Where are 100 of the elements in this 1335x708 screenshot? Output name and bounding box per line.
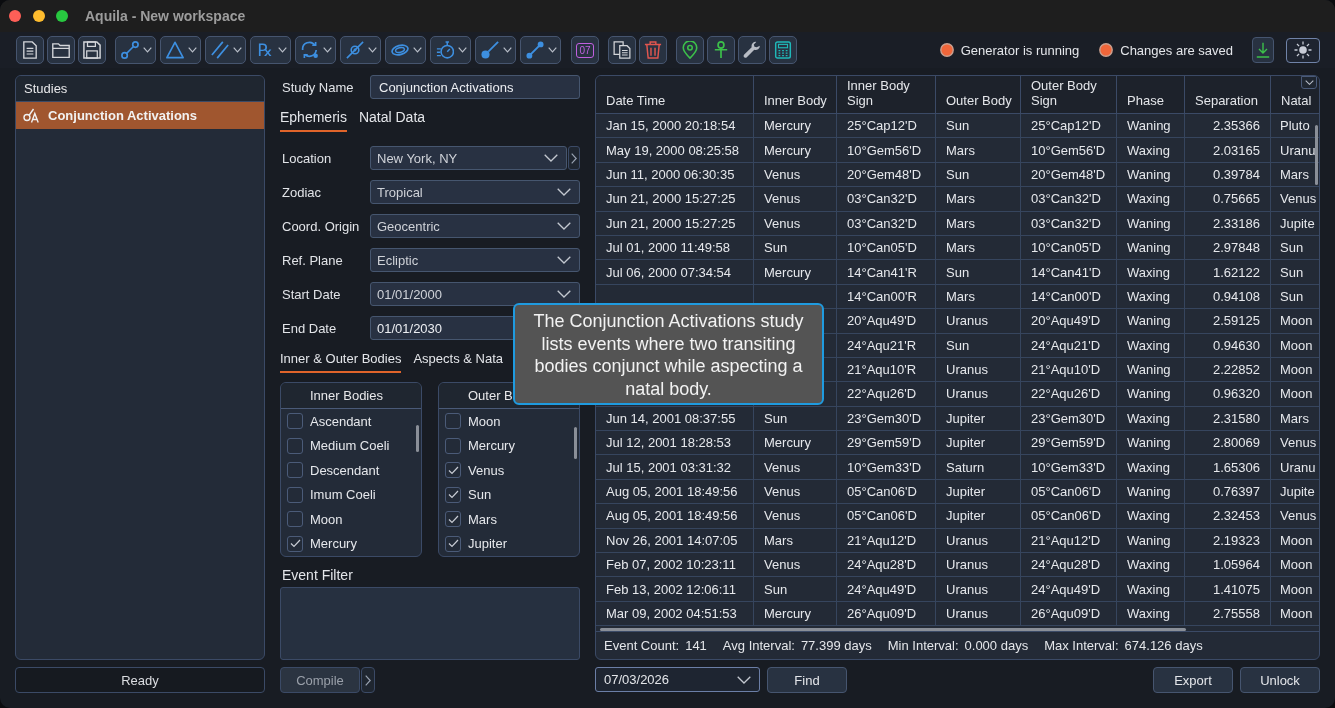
- table-cell-text: Moon: [1279, 605, 1314, 623]
- checkbox[interactable]: [445, 413, 461, 430]
- toolbar-button[interactable]: ℞: [250, 36, 291, 64]
- chevron-down-icon: [557, 256, 571, 264]
- stat-label: Event Count:: [604, 638, 680, 653]
- tab[interactable]: Aspects & Nata: [413, 350, 503, 373]
- table-cell: Feb 13, 2002 12:06:11: [596, 577, 754, 601]
- download-button[interactable]: [1252, 37, 1274, 63]
- stat-value: 674.126 days: [1124, 638, 1203, 653]
- action-button[interactable]: Export: [1153, 667, 1233, 693]
- field-label: Coord. Origin: [281, 218, 361, 234]
- chevron-right-icon: [571, 152, 577, 164]
- minimize-window-button[interactable]: [33, 10, 45, 22]
- table-cell: Sun: [936, 333, 1021, 357]
- close-window-button[interactable]: [9, 10, 21, 22]
- tab[interactable]: Ephemeris: [280, 109, 347, 132]
- dumbbell-line-icon: [526, 41, 544, 59]
- text-field[interactable]: Conjunction Activations: [370, 75, 580, 99]
- toolbar-button[interactable]: [160, 36, 201, 64]
- dropdown[interactable]: New York, NY: [370, 146, 567, 170]
- scrollbar-thumb[interactable]: [574, 427, 577, 459]
- next-button[interactable]: [568, 146, 580, 170]
- toolbar-button[interactable]: [769, 36, 797, 64]
- table-cell: 2.75558: [1185, 601, 1271, 626]
- maximize-window-button[interactable]: [56, 10, 68, 22]
- checkbox[interactable]: [445, 535, 461, 552]
- event-filter-field[interactable]: [280, 587, 580, 660]
- tab[interactable]: Natal Data: [358, 109, 426, 132]
- toolbar-button[interactable]: [738, 36, 766, 64]
- column-header: Phase: [1127, 93, 1164, 108]
- dropdown[interactable]: 01/01/2000: [370, 282, 580, 306]
- table-cell: Venus: [754, 504, 837, 528]
- toolbar-button[interactable]: [295, 36, 336, 64]
- tab[interactable]: Inner & Outer Bodies: [280, 350, 402, 373]
- toolbar-button[interactable]: [475, 36, 516, 64]
- find-button[interactable]: Find: [767, 667, 847, 693]
- checkbox[interactable]: [445, 511, 461, 528]
- checkbox[interactable]: [287, 511, 303, 528]
- compile-menu-button[interactable]: [361, 667, 375, 693]
- checkbox[interactable]: [287, 437, 303, 454]
- action-button[interactable]: Unlock: [1240, 667, 1320, 693]
- checkbox[interactable]: [445, 486, 461, 503]
- table-cell: Venus: [754, 187, 837, 211]
- vertical-scrollbar[interactable]: [1315, 125, 1318, 185]
- date-dropdown[interactable]: 07/03/2026: [595, 667, 760, 692]
- toolbar-button[interactable]: [676, 36, 704, 64]
- table-cell-text: Mars: [1279, 409, 1310, 428]
- document-icon: [21, 41, 39, 59]
- dropdown[interactable]: Tropical: [370, 180, 580, 204]
- table-cell: Uranus: [936, 577, 1021, 601]
- toolbar-button[interactable]: [430, 36, 471, 64]
- column-header: Inner Body: [764, 93, 827, 108]
- table-cell: Jun 21, 2000 15:27:25: [596, 187, 754, 211]
- chevron-right-icon: [365, 674, 371, 686]
- horizontal-scrollbar[interactable]: [600, 628, 1186, 631]
- scrollbar-thumb[interactable]: [416, 425, 419, 452]
- circular-arrows-icon: [301, 41, 319, 59]
- toolbar-button[interactable]: [608, 36, 636, 64]
- toolbar-button[interactable]: [47, 36, 75, 64]
- toolbar-button[interactable]: [78, 36, 106, 64]
- dropdown[interactable]: Ecliptic: [370, 248, 580, 272]
- table-cell: Mars: [936, 187, 1021, 211]
- caret-icon: [278, 47, 287, 53]
- toolbar-button[interactable]: 07: [571, 36, 599, 64]
- toolbar-button[interactable]: [385, 36, 426, 64]
- table-cell: 14°Can00'D: [1021, 284, 1117, 309]
- table-cell: Sun: [754, 577, 837, 601]
- table-cell: 25°Cap12'D: [1021, 114, 1117, 138]
- checkbox[interactable]: [287, 413, 303, 430]
- toolbar-button[interactable]: [340, 36, 381, 64]
- study-item[interactable]: Conjunction Activations: [16, 102, 264, 129]
- checkbox[interactable]: [445, 462, 461, 479]
- checkbox[interactable]: [287, 535, 303, 552]
- checkbox[interactable]: [287, 486, 303, 503]
- line-ball-icon: [481, 41, 499, 59]
- chevron-down-icon: [544, 154, 558, 162]
- checkbox[interactable]: [287, 462, 303, 479]
- table-cell: Waxing: [1117, 187, 1185, 211]
- table-cell: Sun: [936, 114, 1021, 138]
- download-icon: [1256, 42, 1270, 58]
- toolbar-button[interactable]: [707, 36, 735, 64]
- toolbar-button[interactable]: [520, 36, 561, 64]
- toolbar-button[interactable]: [115, 36, 156, 64]
- brightness-button[interactable]: [1286, 37, 1320, 63]
- toolbar-button[interactable]: [205, 36, 246, 64]
- table-cell: Jupiter: [936, 479, 1021, 504]
- checkbox-label: Ascendant: [310, 413, 372, 429]
- table-cell: 20°Gem48'D: [1021, 162, 1117, 187]
- table-cell: 21°Aqu12'D: [837, 528, 936, 553]
- table-cell: 0.76397: [1185, 479, 1271, 504]
- checkbox[interactable]: [445, 437, 461, 454]
- field-label: Zodiac: [281, 184, 323, 200]
- table-cell-text: Moon: [1279, 531, 1314, 550]
- column-header: Separation: [1195, 93, 1258, 108]
- toolbar-button[interactable]: [16, 36, 44, 64]
- line-ring-icon: [346, 41, 364, 59]
- caret-icon: [368, 47, 377, 53]
- dropdown[interactable]: Geocentric: [370, 214, 580, 238]
- column-menu-button[interactable]: [1301, 76, 1317, 89]
- table-cell: Waning: [1117, 528, 1185, 553]
